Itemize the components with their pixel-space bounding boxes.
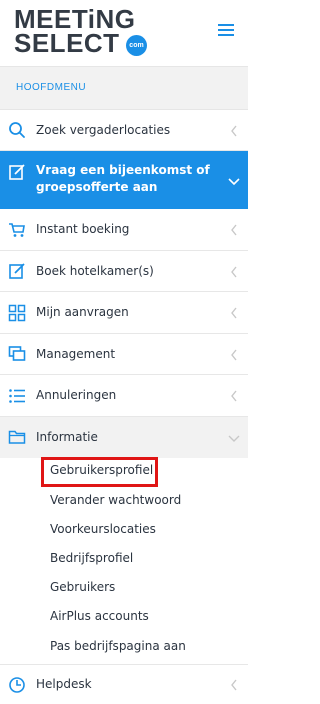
folder-icon [8, 428, 26, 446]
list-icon [8, 387, 26, 405]
menu-item-label: Vraag een bijeenkomst of groepsofferte a… [36, 163, 210, 194]
chevron-left-icon [230, 389, 238, 403]
menu-item-label: Management [36, 347, 116, 361]
menu-item-label: Annuleringen [36, 388, 117, 402]
submenu-item-voorkeurslocaties[interactable]: Voorkeurslocaties [50, 522, 156, 536]
menu-item-annuleringen[interactable]: Annuleringen [0, 375, 248, 417]
menu-item-label: Informatie [36, 430, 98, 444]
chevron-left-icon [230, 265, 238, 279]
grid-icon [8, 304, 26, 322]
logo-badge: com [126, 35, 147, 56]
logo-line-2: SELECT [14, 28, 120, 58]
header: MEETiNG SELECT com [0, 0, 248, 64]
menu-item-label: Boek hotelkamer(s) [36, 264, 154, 278]
menu-item-helpdesk[interactable]: Helpdesk [0, 664, 248, 704]
menu-item-instant-boeking[interactable]: Instant boeking [0, 209, 248, 251]
menu-item-label: Helpdesk [36, 677, 92, 691]
chevron-left-icon [230, 348, 238, 362]
search-icon [8, 121, 26, 139]
submenu-item-gebruikers[interactable]: Gebruikers [50, 580, 115, 594]
chevron-left-icon [230, 306, 238, 320]
submenu-item-verander-wachtwoord[interactable]: Verander wachtwoord [50, 493, 181, 507]
hamburger-menu-icon[interactable] [218, 24, 234, 37]
chevron-left-icon [230, 223, 238, 237]
menu-item-vraag-bijeenkomst[interactable]: Vraag een bijeenkomst of groepsofferte a… [0, 151, 248, 209]
chevron-left-icon [230, 678, 238, 692]
edit-icon [8, 163, 26, 181]
edit-icon [8, 262, 26, 280]
submenu-item-bedrijfsprofiel[interactable]: Bedrijfsprofiel [50, 551, 133, 565]
menu-item-mijn-aanvragen[interactable]: Mijn aanvragen [0, 292, 248, 334]
submenu-item-pas-bedrijfspagina[interactable]: Pas bedrijfspagina aan [50, 639, 186, 653]
submenu-item-airplus-accounts[interactable]: AirPlus accounts [50, 609, 149, 623]
menu-item-informatie[interactable]: Informatie [0, 417, 248, 458]
chevron-down-icon [227, 434, 241, 444]
menu-item-label: Mijn aanvragen [36, 305, 129, 319]
menu-item-management[interactable]: Management [0, 334, 248, 375]
menu-item-zoek-vergaderlocaties[interactable]: Zoek vergaderlocaties [0, 110, 248, 151]
menu-heading: HOOFDMENU [0, 66, 248, 110]
menu-item-label: Instant boeking [36, 222, 130, 236]
chevron-left-icon [230, 124, 238, 138]
menu-item-label: Zoek vergaderlocaties [36, 123, 171, 137]
windows-icon [8, 345, 26, 363]
menu-item-boek-hotelkamers[interactable]: Boek hotelkamer(s) [0, 251, 248, 292]
menu-heading-label: HOOFDMENU [16, 82, 87, 93]
chevron-down-icon [227, 177, 241, 187]
highlight-box [41, 457, 158, 487]
meetingselect-logo[interactable]: MEETiNG SELECT com [14, 6, 154, 58]
clock-icon [8, 676, 26, 694]
cart-icon [8, 221, 26, 239]
